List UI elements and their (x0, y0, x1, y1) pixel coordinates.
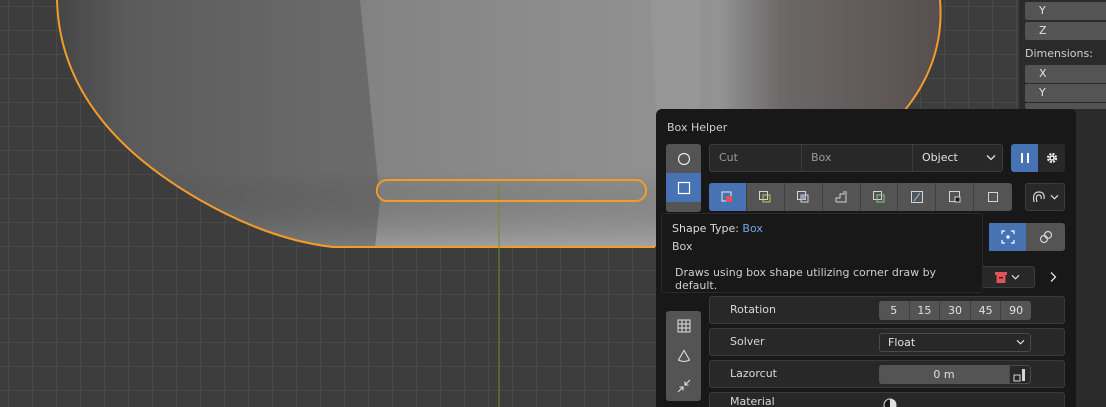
shape-tool-column (666, 144, 701, 212)
inset-mode-icon (835, 191, 847, 203)
lazorcut-depth-slider[interactable]: 0 m (879, 365, 1009, 384)
expand-arrow-button[interactable] (1040, 263, 1065, 291)
rotation-option[interactable]: 45 (971, 301, 1002, 320)
solver-label: Solver (730, 335, 765, 348)
location-y-field[interactable]: Y (1025, 2, 1106, 20)
gear-icon (1046, 152, 1057, 164)
lazorcut-label: Lazorcut (730, 367, 777, 380)
panel-title: Box Helper (667, 121, 728, 134)
collapse-icon (677, 379, 690, 392)
target-select[interactable]: Object (913, 145, 1002, 171)
material-sphere-icon (883, 398, 897, 407)
join-mode-button[interactable] (861, 183, 899, 211)
inset-mode-button[interactable] (823, 183, 861, 211)
rotation-snap-group: 5 15 30 45 90 (879, 301, 1031, 320)
rotation-option[interactable]: 30 (940, 301, 971, 320)
tooltip-shape-type-label: Shape Type: (672, 222, 739, 235)
solver-value: Float (888, 336, 916, 349)
chevron-down-icon (986, 155, 996, 161)
solver-row: Solver Float (709, 328, 1065, 356)
knife-mode-icon (910, 191, 923, 203)
tooltip-description: Draws using box shape utilizing corner d… (675, 266, 937, 292)
chevron-down-icon (1050, 194, 1059, 200)
snap-select[interactable] (1025, 183, 1065, 211)
link-icon (1039, 230, 1052, 244)
rotation-label: Rotation (730, 303, 777, 316)
grid-icon (677, 319, 690, 332)
lazorcut-row: Lazorcut 0 m (709, 360, 1065, 388)
tool-column-lower (666, 311, 701, 401)
slice-mode-icon (759, 191, 771, 203)
make-mode-button[interactable] (974, 183, 1012, 211)
extract-mode-icon (948, 191, 961, 203)
make-mode-icon (988, 192, 999, 202)
bar-toggle-icon (1013, 368, 1025, 381)
join-mode-icon (872, 191, 885, 203)
tooltip-shape-type-value: Box (742, 222, 763, 235)
origin-center-button[interactable] (989, 223, 1026, 251)
intersect-mode-icon (797, 191, 809, 203)
lazorcut-toggle[interactable] (1009, 365, 1031, 384)
box-shape-button[interactable] (666, 173, 701, 202)
origin-icon (1000, 230, 1015, 244)
boolean-mode-row (709, 183, 1012, 211)
material-row: Material (709, 392, 1065, 407)
magnet-icon (1032, 191, 1045, 203)
cut-field[interactable]: Cut (710, 145, 802, 171)
chevron-right-icon (1050, 272, 1056, 282)
dimension-y-field[interactable]: Y (1025, 84, 1106, 102)
target-select-value: Object (922, 151, 958, 164)
cut-mode-icon (721, 191, 733, 202)
collapse-button[interactable] (666, 371, 701, 400)
chevron-down-icon (1011, 274, 1020, 280)
cone-button[interactable] (666, 341, 701, 370)
intersect-mode-button[interactable] (785, 183, 823, 211)
delete-select[interactable] (979, 266, 1035, 288)
location-z-field[interactable]: Z (1025, 22, 1106, 40)
extract-mode-button[interactable] (936, 183, 975, 211)
rotation-row: Rotation 5 15 30 45 90 (709, 296, 1065, 324)
shape-field[interactable]: Box (802, 145, 913, 171)
slice-mode-button[interactable] (747, 183, 785, 211)
link-button[interactable] (1026, 223, 1065, 251)
chevron-down-icon (1016, 339, 1025, 345)
cut-mode-button[interactable] (709, 183, 747, 211)
dimensions-label: Dimensions: (1025, 47, 1093, 60)
dimension-x-field[interactable]: X (1025, 65, 1106, 83)
material-label: Material (730, 395, 775, 407)
settings-button[interactable] (1038, 144, 1065, 172)
pause-button[interactable] (1011, 144, 1038, 172)
circle-shape-button[interactable] (666, 144, 701, 173)
rotation-option[interactable]: 5 (879, 301, 910, 320)
circle-icon (677, 152, 690, 165)
rotation-option[interactable]: 15 (910, 301, 941, 320)
operation-field-row: Cut Box Object (709, 144, 1003, 172)
cone-icon (677, 348, 690, 362)
tooltip-heading: Shape Type: Box (672, 222, 972, 235)
knife-mode-button[interactable] (898, 183, 937, 211)
box-icon (677, 181, 690, 194)
solver-select[interactable]: Float (879, 333, 1031, 352)
shape-type-tooltip: Shape Type: Box Box Draws using box shap… (661, 213, 983, 293)
pause-icon (1020, 153, 1029, 163)
tooltip-name: Box (672, 240, 693, 253)
trash-icon (995, 271, 1007, 283)
rotation-option[interactable]: 90 (1001, 301, 1031, 320)
grid-button[interactable] (666, 311, 701, 340)
